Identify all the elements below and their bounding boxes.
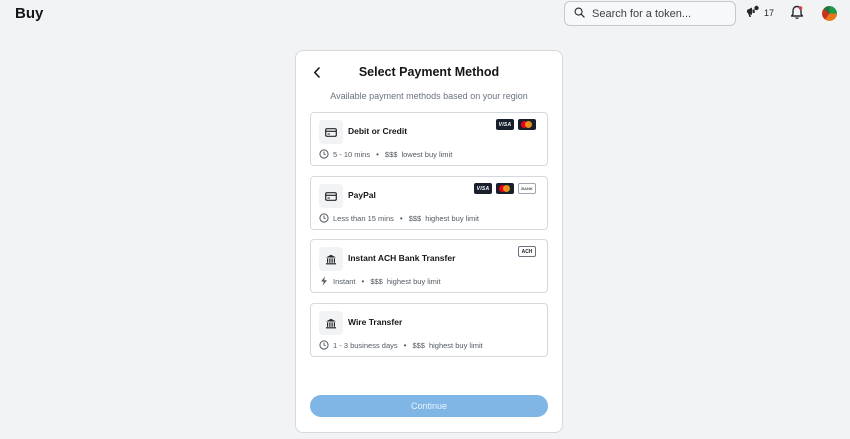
notification-count: 17: [764, 8, 775, 18]
lightning-icon: [321, 276, 327, 286]
method-limit: lowest buy limit: [401, 149, 453, 159]
card-title: Select Payment Method: [358, 65, 500, 79]
credit-card-icon: [325, 191, 337, 201]
method-name: PayPal: [348, 190, 376, 200]
continue-button[interactable]: Continue: [310, 395, 548, 417]
method-fee: $$$: [408, 213, 422, 223]
megaphone-icon: [745, 5, 759, 21]
clock-icon: [319, 213, 329, 223]
search-field[interactable]: [564, 1, 736, 26]
search-input[interactable]: [592, 7, 722, 20]
search-icon: [574, 5, 585, 23]
card-logos: ACH: [518, 246, 536, 257]
bank-icon: [326, 318, 336, 328]
payment-method-card: Select Payment Method Available payment …: [295, 50, 563, 433]
visa-logo: VISA: [496, 119, 514, 130]
card-logos: VISA: [496, 119, 536, 130]
visa-logo: VISA: [474, 183, 492, 194]
method-limit: highest buy limit: [425, 213, 479, 223]
method-time: Less than 15 mins: [333, 213, 394, 223]
method-name: Debit or Credit: [348, 126, 408, 136]
credit-card-icon: [325, 127, 337, 137]
method-time: Instant: [333, 276, 356, 286]
method-fee: $$$: [412, 340, 425, 350]
clock-icon: [319, 149, 329, 159]
method-wire-transfer[interactable]: Wire Transfer 1 - 3 business days • $$$ …: [310, 303, 548, 357]
method-debit-credit[interactable]: Debit or Credit VISA 5 - 10 mins • $$$ l…: [310, 112, 548, 166]
mastercard-logo: [496, 183, 514, 194]
notifications-button[interactable]: 17: [745, 5, 774, 21]
page-title: Buy: [15, 5, 44, 22]
ach-logo: ACH: [518, 246, 536, 257]
method-paypal[interactable]: PayPal VISA BANK Less than 15 mins • $$$…: [310, 176, 548, 230]
method-limit: highest buy limit: [386, 276, 441, 286]
mastercard-logo: [518, 119, 536, 130]
bank-logo: BANK: [518, 183, 536, 194]
card-logos: VISA BANK: [474, 183, 536, 194]
method-limit: highest buy limit: [428, 340, 483, 350]
method-fee: $$$: [370, 276, 383, 286]
method-time: 5 - 10 mins: [333, 149, 371, 159]
account-avatar[interactable]: [822, 6, 837, 21]
method-fee: $$$: [384, 149, 398, 159]
bell-icon[interactable]: [790, 5, 804, 25]
clock-icon: [319, 340, 329, 350]
method-ach-transfer[interactable]: Instant ACH Bank Transfer ACH Instant • …: [310, 239, 548, 293]
card-subtitle: Available payment methods based on your …: [330, 91, 528, 101]
bank-icon: [326, 254, 336, 264]
method-name: Wire Transfer: [348, 317, 403, 327]
method-time: 1 - 3 business days: [333, 340, 398, 350]
method-name: Instant ACH Bank Transfer: [348, 253, 456, 263]
